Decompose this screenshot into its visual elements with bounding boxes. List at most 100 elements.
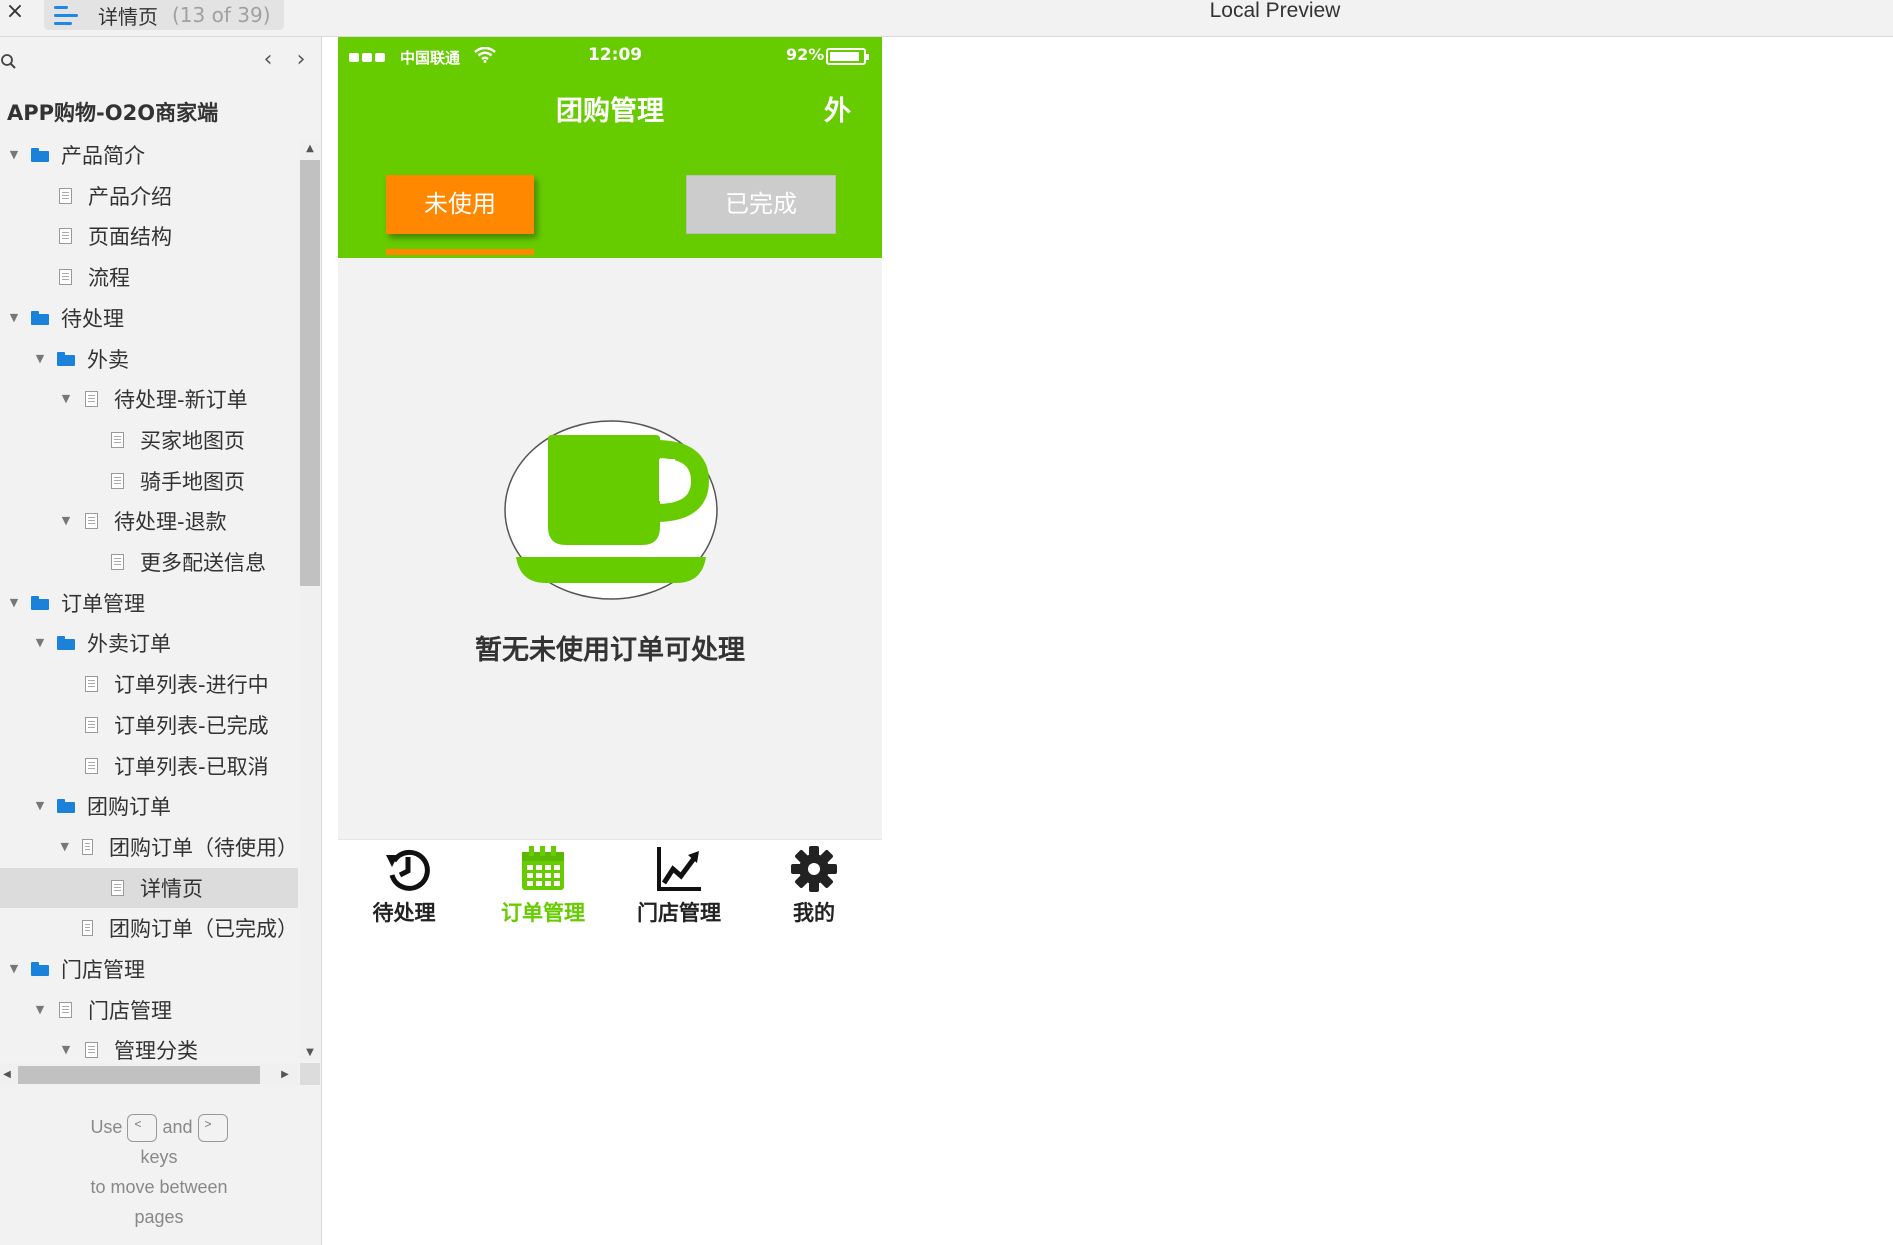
page-title: 团购管理 <box>556 96 664 127</box>
scroll-right-arrow-icon[interactable]: ▶ <box>278 1066 292 1084</box>
scroll-corner <box>300 1063 320 1085</box>
wifi-icon <box>474 47 496 63</box>
tree-item[interactable]: ▼买家地图页 <box>0 420 298 460</box>
tree-item[interactable]: ▼页面结构 <box>0 216 298 256</box>
signal-icon <box>349 53 385 62</box>
tabbar-item-pending[interactable]: 待处理 <box>344 840 464 928</box>
tree-item[interactable]: ▼更多配送信息 <box>0 542 298 582</box>
horizontal-scroll-thumb[interactable] <box>18 1066 260 1084</box>
tabbar-item-store[interactable]: 门店管理 <box>619 840 739 928</box>
tree-item-label: 产品简介 <box>61 144 145 168</box>
tree-item[interactable]: ▼订单列表-已取消 <box>0 746 298 786</box>
tree-item-label: 待处理 <box>61 307 124 331</box>
page-tab-title: 详情页 <box>98 4 158 29</box>
expand-arrow-icon[interactable]: ▼ <box>8 597 20 609</box>
history-icon <box>386 849 430 891</box>
expand-arrow-icon[interactable]: ▼ <box>34 1004 46 1016</box>
search-icon[interactable] <box>0 52 20 72</box>
carrier-name: 中国联通 <box>400 49 461 67</box>
tree-item-label: 订单列表-已取消 <box>114 755 269 779</box>
tree-item[interactable]: ▼ 待处理 <box>0 298 298 338</box>
vertical-scroll-thumb[interactable] <box>300 160 320 586</box>
page-icon <box>59 228 72 244</box>
page-icon <box>111 554 124 570</box>
scroll-up-arrow-icon[interactable]: ▲ <box>300 141 320 157</box>
tree-item[interactable]: ▼流程 <box>0 257 298 297</box>
tree-item[interactable]: ▼ 待处理-退款 <box>0 501 298 541</box>
tree-item[interactable]: ▼团购订单（已完成） <box>0 908 298 948</box>
tree-item[interactable]: ▼ 外卖订单 <box>0 623 298 663</box>
tree-item[interactable]: ▼订单列表-已完成 <box>0 705 298 745</box>
hint-line3: pages <box>134 1207 184 1228</box>
tree-item[interactable]: ▼ 产品简介 <box>0 135 298 175</box>
tree-item[interactable]: ▼订单列表-进行中 <box>0 664 298 704</box>
tree-item-label: 外卖订单 <box>87 632 171 656</box>
tree-item[interactable]: ▼ 门店管理 <box>0 949 298 989</box>
bottom-tab-bar: 待处理 订单管理 门店管理 我的 <box>338 839 882 927</box>
expand-arrow-icon[interactable]: ▼ <box>60 841 69 853</box>
page-icon <box>85 513 98 529</box>
expand-arrow-icon[interactable]: ▼ <box>8 312 20 324</box>
page-icon <box>85 758 98 774</box>
next-page-button[interactable]: › <box>289 49 313 73</box>
tree-item-label: 团购订单 <box>87 795 171 819</box>
page-icon <box>85 676 98 692</box>
expand-arrow-icon[interactable]: ▼ <box>60 1044 72 1056</box>
expand-arrow-icon[interactable]: ▼ <box>34 637 46 649</box>
page-icon <box>85 1042 98 1058</box>
expand-arrow-icon[interactable]: ▼ <box>8 963 20 975</box>
tree-item[interactable]: ▼产品介绍 <box>0 176 298 216</box>
tree-item-label: 订单管理 <box>61 592 145 616</box>
page-icon <box>85 717 98 733</box>
tree-item[interactable]: ▼ 外卖 <box>0 339 298 379</box>
expand-arrow-icon[interactable]: ▼ <box>60 393 72 405</box>
tree-item[interactable]: ▼ 门店管理 <box>0 990 298 1030</box>
tree-item-label: 骑手地图页 <box>140 470 245 494</box>
top-bar: × 详情页 (13 of 39) Local Preview <box>0 0 1893 37</box>
tree-item-label: 订单列表-进行中 <box>114 673 269 697</box>
scroll-left-arrow-icon[interactable]: ◀ <box>0 1066 14 1084</box>
tree-item[interactable]: ▼详情页 <box>0 868 298 908</box>
tree-item[interactable]: ▼ 订单管理 <box>0 583 298 623</box>
empty-state-message: 暂无未使用订单可处理 <box>475 635 745 666</box>
takeout-button[interactable]: 外 <box>824 89 851 128</box>
expand-arrow-icon[interactable]: ▼ <box>34 353 46 365</box>
tree-item[interactable]: ▼骑手地图页 <box>0 461 298 501</box>
expand-arrow-icon[interactable]: ▼ <box>34 800 46 812</box>
tree-item-label: 买家地图页 <box>140 429 245 453</box>
hint-keys: keys <box>140 1147 178 1168</box>
page-icon <box>85 391 98 407</box>
status-time: 12:09 <box>588 45 643 65</box>
page-icon <box>59 269 72 285</box>
tree-item[interactable]: ▼ 团购订单 <box>0 786 298 826</box>
close-button[interactable]: × <box>4 0 26 26</box>
page-icon <box>82 839 93 855</box>
previous-page-button[interactable]: ‹ <box>256 49 280 73</box>
tab-unused[interactable]: 未使用 <box>386 175 534 234</box>
tree-item-label: 待处理-新订单 <box>114 388 248 412</box>
window-title: Local Preview <box>1209 0 1341 22</box>
scroll-down-arrow-icon[interactable]: ▼ <box>300 1045 320 1061</box>
tree-item[interactable]: ▼ 团购订单（待使用） <box>0 827 298 867</box>
tree-item[interactable]: ▼ 待处理-新订单 <box>0 379 298 419</box>
expand-arrow-icon[interactable]: ▼ <box>60 515 72 527</box>
tree-item-label: 团购订单（已完成） <box>109 917 298 941</box>
tabbar-label: 门店管理 <box>637 901 721 925</box>
tree-item-label: 产品介绍 <box>88 185 172 209</box>
tree-item-label: 详情页 <box>140 877 203 901</box>
tabbar-item-mine[interactable]: 我的 <box>754 840 874 928</box>
tabbar-label: 我的 <box>793 901 835 925</box>
status-bar: 中国联通 12:09 92% <box>338 37 882 71</box>
tree-item-label: 页面结构 <box>88 225 172 249</box>
tree-item-label: 订单列表-已完成 <box>114 714 269 738</box>
next-key-icon: > <box>197 1114 228 1143</box>
tree-item-label: 流程 <box>88 266 130 290</box>
tab-completed[interactable]: 已完成 <box>686 175 836 234</box>
tabbar-item-orders[interactable]: 订单管理 <box>483 840 603 928</box>
folder-icon <box>31 311 49 325</box>
folder-icon <box>31 596 49 610</box>
expand-arrow-icon[interactable]: ▼ <box>8 149 20 161</box>
page-tab[interactable]: 详情页 (13 of 39) <box>44 0 284 30</box>
folder-icon <box>57 636 75 650</box>
tree-item-label: 待处理-退款 <box>114 510 227 534</box>
